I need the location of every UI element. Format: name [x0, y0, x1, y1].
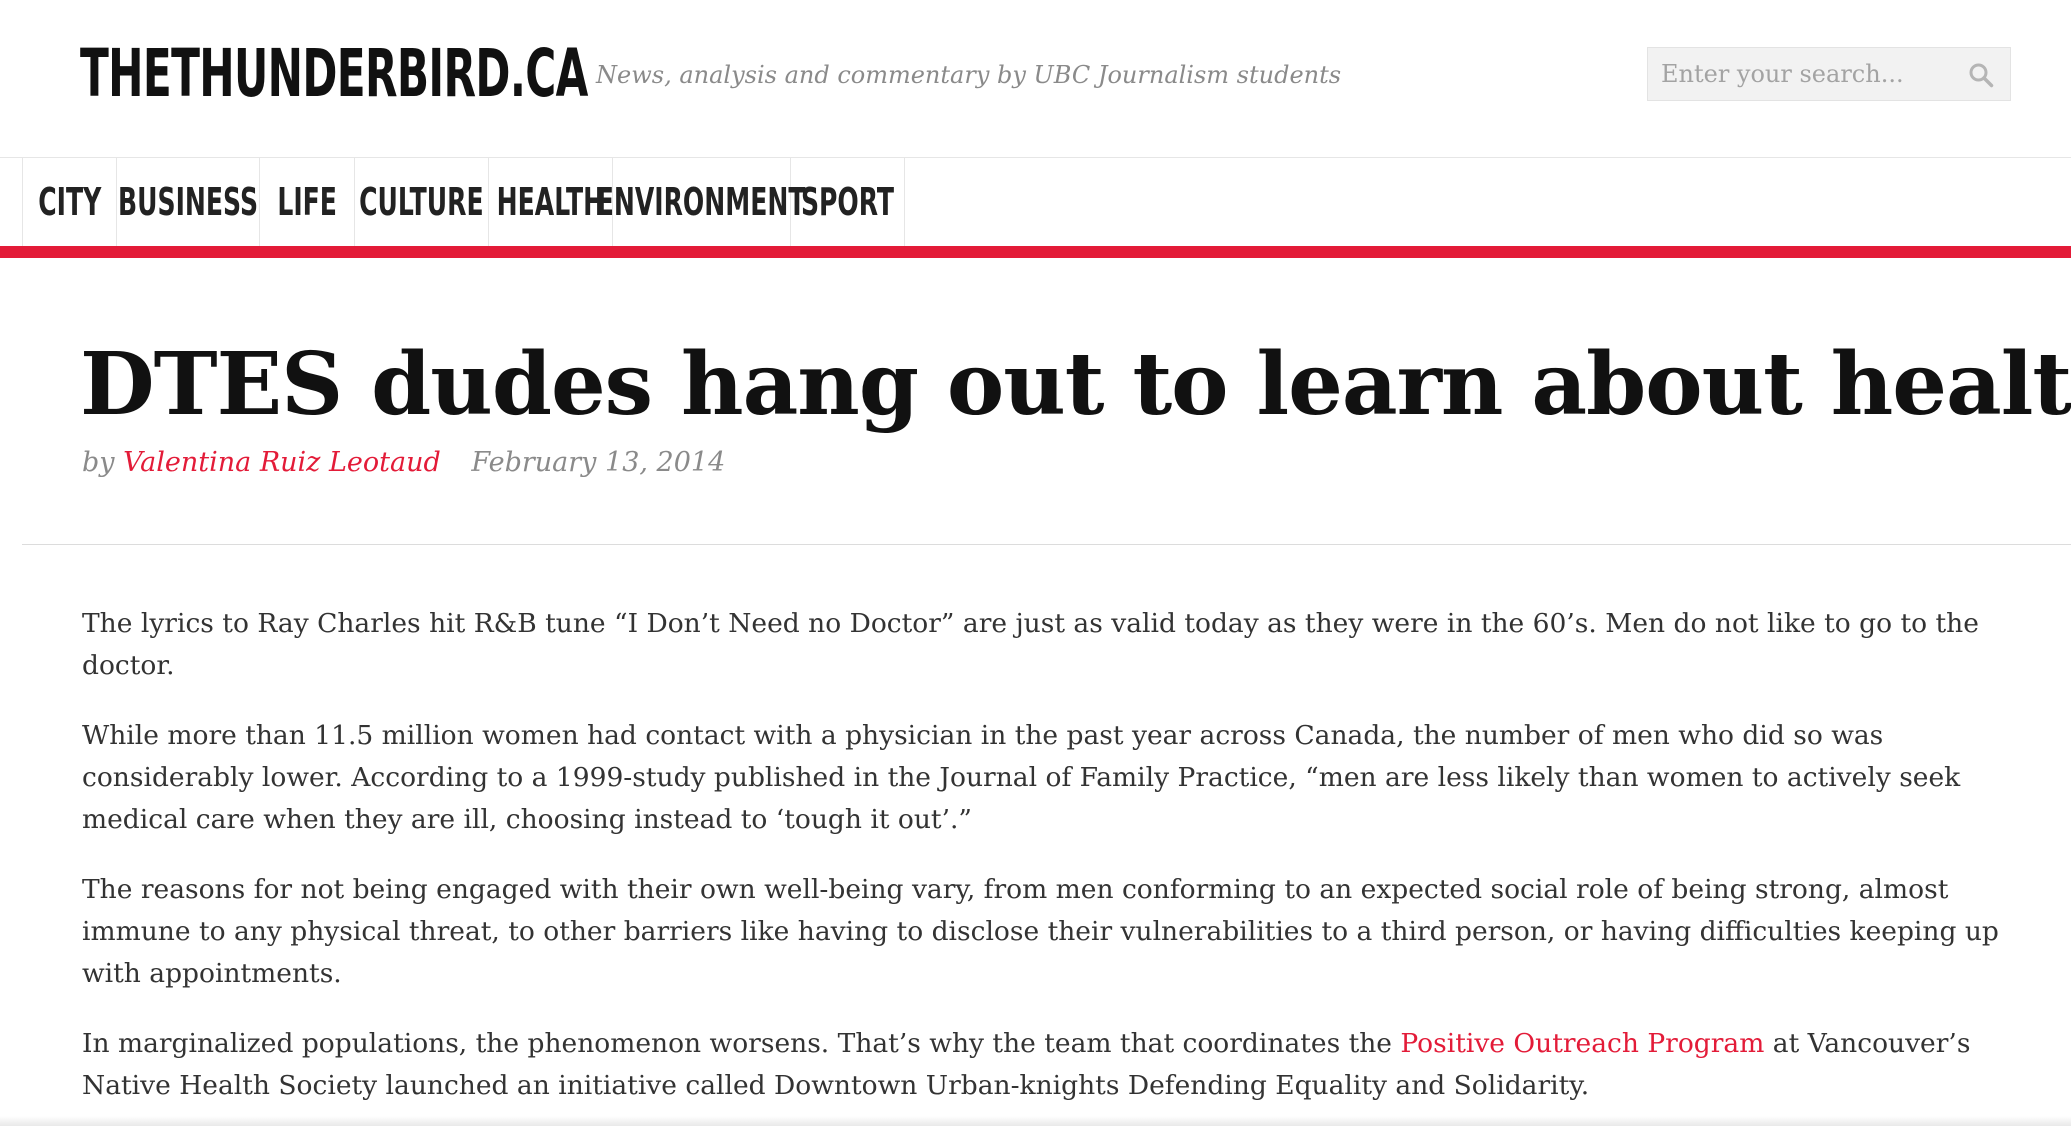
article-body: The lyrics to Ray Charles hit R&B tune “…	[82, 603, 2017, 1135]
main-nav: CITY BUSINESS LIFE CULTURE HEALTH ENVIRO…	[22, 158, 905, 246]
article-title: DTES dudes hang out to learn about healt…	[80, 334, 2071, 435]
header-divider	[22, 544, 2071, 545]
nav-label: CULTURE	[359, 180, 484, 224]
byline-prefix: by	[82, 447, 115, 478]
nav-item-environment[interactable]: ENVIRONMENT	[597, 158, 806, 246]
nav-label: HEALTH	[496, 180, 605, 224]
article-byline: by Valentina Ruiz Leotaud February 13, 2…	[82, 445, 725, 481]
paragraph-4: In marginalized populations, the phenome…	[82, 1023, 2017, 1107]
paragraph-1: The lyrics to Ray Charles hit R&B tune “…	[82, 608, 1979, 681]
site-header: THETHUNDERBIRD.CA News, analysis and com…	[0, 0, 2071, 158]
nav-accent-bar	[0, 246, 2071, 258]
site-tagline: News, analysis and commentary by UBC Jou…	[596, 61, 1342, 89]
nav-item-sport[interactable]: SPORT	[791, 158, 905, 246]
nav-item-life[interactable]: LIFE	[260, 158, 355, 246]
search-input[interactable]	[1648, 48, 1948, 100]
nav-label: ENVIRONMENT	[597, 180, 806, 224]
nav-label: BUSINESS	[117, 180, 259, 224]
nav-label: CITY	[37, 180, 102, 224]
nav-item-health[interactable]: HEALTH	[489, 158, 613, 246]
site-logo[interactable]: THETHUNDERBIRD.CA	[80, 32, 588, 116]
bottom-shadow	[0, 1116, 2071, 1126]
paragraph-3: The reasons for not being engaged with t…	[82, 874, 1999, 989]
search-box	[1647, 47, 2011, 101]
post-date: February 13, 2014	[471, 447, 726, 478]
author-link[interactable]: Valentina Ruiz Leotaud	[123, 447, 441, 478]
positive-outreach-program-link[interactable]: Positive Outreach Program	[1400, 1028, 1764, 1059]
nav-item-business[interactable]: BUSINESS	[117, 158, 260, 246]
paragraph-2: While more than 11.5 million women had c…	[82, 720, 1961, 835]
nav-label: SPORT	[800, 180, 895, 224]
search-icon[interactable]	[1968, 62, 1994, 88]
nav-item-culture[interactable]: CULTURE	[355, 158, 489, 246]
nav-label: LIFE	[277, 180, 337, 224]
paragraph-4-text-start: In marginalized populations, the phenome…	[82, 1028, 1401, 1059]
nav-item-city[interactable]: CITY	[23, 158, 117, 246]
